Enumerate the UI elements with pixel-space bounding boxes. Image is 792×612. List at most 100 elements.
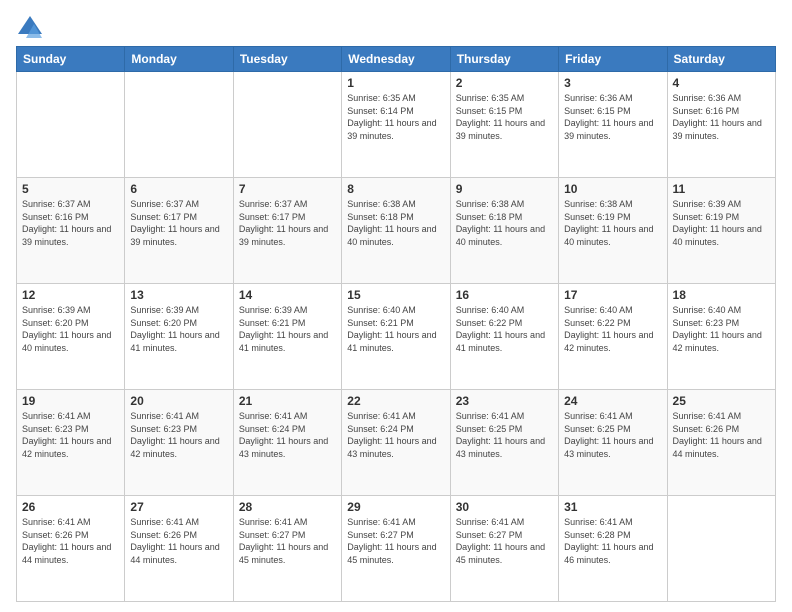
page: SundayMondayTuesdayWednesdayThursdayFrid… — [0, 0, 792, 612]
day-number: 18 — [673, 288, 770, 302]
calendar-cell: 23Sunrise: 6:41 AMSunset: 6:25 PMDayligh… — [450, 390, 558, 496]
calendar-cell — [667, 496, 775, 602]
calendar-cell: 13Sunrise: 6:39 AMSunset: 6:20 PMDayligh… — [125, 284, 233, 390]
day-info: Sunrise: 6:41 AMSunset: 6:26 PMDaylight:… — [673, 410, 770, 460]
calendar-cell: 26 Sunrise: 6:41 AMSunset: 6:26 PMDayligh… — [17, 496, 125, 602]
day-number: 11 — [673, 182, 770, 196]
day-info: Sunrise: 6:38 AMSunset: 6:18 PMDaylight:… — [347, 198, 444, 248]
calendar-cell: 27 Sunrise: 6:41 AMSunset: 6:26 PMDayligh… — [125, 496, 233, 602]
day-number: 29 — [347, 500, 444, 514]
weekday-header-sunday: Sunday — [17, 47, 125, 72]
calendar-cell: 21 Sunrise: 6:41 AMSunset: 6:24 PMDayligh… — [233, 390, 341, 496]
day-number: 7 — [239, 182, 336, 196]
day-info: Sunrise: 6:41 AMSunset: 6:23 PMDaylight:… — [22, 410, 119, 460]
weekday-header-thursday: Thursday — [450, 47, 558, 72]
calendar-cell: 12 Sunrise: 6:39 AMSunset: 6:20 PMDayligh… — [17, 284, 125, 390]
day-info: Sunrise: 6:41 AMSunset: 6:24 PMDaylight:… — [239, 410, 336, 460]
day-number: 6 — [130, 182, 227, 196]
day-info: Sunrise: 6:41 AMSunset: 6:27 PMDaylight:… — [456, 516, 553, 566]
calendar-cell: 9 Sunrise: 6:38 AMSunset: 6:18 PMDaylight… — [450, 178, 558, 284]
calendar-cell: 18 Sunrise: 6:40 AMSunset: 6:23 PMDayligh… — [667, 284, 775, 390]
calendar-cell: 16 Sunrise: 6:40 AMSunset: 6:22 PMDayligh… — [450, 284, 558, 390]
day-info: Sunrise: 6:36 AMSunset: 6:15 PMDaylight:… — [564, 92, 661, 142]
day-info: Sunrise: 6:41 AMSunset: 6:27 PMDaylight:… — [239, 516, 336, 566]
week-row-5: 26 Sunrise: 6:41 AMSunset: 6:26 PMDayligh… — [17, 496, 776, 602]
day-info: Sunrise: 6:39 AMSunset: 6:19 PMDaylight:… — [673, 198, 770, 248]
calendar-cell: 20 Sunrise: 6:41 AMSunset: 6:23 PMDayligh… — [125, 390, 233, 496]
calendar-table: SundayMondayTuesdayWednesdayThursdayFrid… — [16, 46, 776, 602]
calendar-cell: 28Sunrise: 6:41 AMSunset: 6:27 PMDayligh… — [233, 496, 341, 602]
calendar-cell: 31 Sunrise: 6:41 AMSunset: 6:28 PMDayligh… — [559, 496, 667, 602]
day-number: 22 — [347, 394, 444, 408]
weekday-header-wednesday: Wednesday — [342, 47, 450, 72]
day-info: Sunrise: 6:35 AMSunset: 6:15 PMDaylight:… — [456, 92, 553, 142]
calendar-cell: 7Sunrise: 6:37 AMSunset: 6:17 PMDaylight… — [233, 178, 341, 284]
day-number: 4 — [673, 76, 770, 90]
day-info: Sunrise: 6:41 AMSunset: 6:25 PMDaylight:… — [564, 410, 661, 460]
day-info: Sunrise: 6:41 AMSunset: 6:26 PMDaylight:… — [130, 516, 227, 566]
calendar-header: SundayMondayTuesdayWednesdayThursdayFrid… — [17, 47, 776, 72]
day-number: 10 — [564, 182, 661, 196]
day-number: 24 — [564, 394, 661, 408]
day-info: Sunrise: 6:39 AMSunset: 6:20 PMDaylight:… — [130, 304, 227, 354]
calendar-cell: 29 Sunrise: 6:41 AMSunset: 6:27 PMDayligh… — [342, 496, 450, 602]
calendar-body: 1Sunrise: 6:35 AMSunset: 6:14 PMDaylight… — [17, 72, 776, 602]
calendar-cell: 6 Sunrise: 6:37 AMSunset: 6:17 PMDaylight… — [125, 178, 233, 284]
calendar-cell: 4 Sunrise: 6:36 AMSunset: 6:16 PMDaylight… — [667, 72, 775, 178]
calendar-cell: 10 Sunrise: 6:38 AMSunset: 6:19 PMDayligh… — [559, 178, 667, 284]
day-number: 19 — [22, 394, 119, 408]
day-number: 3 — [564, 76, 661, 90]
day-number: 16 — [456, 288, 553, 302]
day-info: Sunrise: 6:41 AMSunset: 6:27 PMDaylight:… — [347, 516, 444, 566]
day-info: Sunrise: 6:40 AMSunset: 6:23 PMDaylight:… — [673, 304, 770, 354]
day-number: 15 — [347, 288, 444, 302]
logo — [16, 14, 46, 42]
calendar-cell — [233, 72, 341, 178]
day-number: 27 — [130, 500, 227, 514]
day-info: Sunrise: 6:37 AMSunset: 6:16 PMDaylight:… — [22, 198, 119, 248]
day-info: Sunrise: 6:36 AMSunset: 6:16 PMDaylight:… — [673, 92, 770, 142]
calendar-cell: 2 Sunrise: 6:35 AMSunset: 6:15 PMDaylight… — [450, 72, 558, 178]
day-info: Sunrise: 6:40 AMSunset: 6:22 PMDaylight:… — [456, 304, 553, 354]
weekday-header-monday: Monday — [125, 47, 233, 72]
day-info: Sunrise: 6:38 AMSunset: 6:19 PMDaylight:… — [564, 198, 661, 248]
day-info: Sunrise: 6:37 AMSunset: 6:17 PMDaylight:… — [130, 198, 227, 248]
day-info: Sunrise: 6:35 AMSunset: 6:14 PMDaylight:… — [347, 92, 444, 142]
day-number: 20 — [130, 394, 227, 408]
day-number: 12 — [22, 288, 119, 302]
day-info: Sunrise: 6:39 AMSunset: 6:20 PMDaylight:… — [22, 304, 119, 354]
calendar-cell — [125, 72, 233, 178]
calendar-cell: 1Sunrise: 6:35 AMSunset: 6:14 PMDaylight… — [342, 72, 450, 178]
header — [16, 10, 776, 42]
calendar-cell: 11 Sunrise: 6:39 AMSunset: 6:19 PMDayligh… — [667, 178, 775, 284]
day-info: Sunrise: 6:41 AMSunset: 6:24 PMDaylight:… — [347, 410, 444, 460]
day-number: 30 — [456, 500, 553, 514]
day-number: 23 — [456, 394, 553, 408]
day-number: 17 — [564, 288, 661, 302]
week-row-2: 5 Sunrise: 6:37 AMSunset: 6:16 PMDaylight… — [17, 178, 776, 284]
day-number: 14 — [239, 288, 336, 302]
day-info: Sunrise: 6:41 AMSunset: 6:26 PMDaylight:… — [22, 516, 119, 566]
day-number: 25 — [673, 394, 770, 408]
day-number: 9 — [456, 182, 553, 196]
day-number: 5 — [22, 182, 119, 196]
calendar-cell: 14 Sunrise: 6:39 AMSunset: 6:21 PMDayligh… — [233, 284, 341, 390]
calendar-cell: 5 Sunrise: 6:37 AMSunset: 6:16 PMDaylight… — [17, 178, 125, 284]
day-info: Sunrise: 6:39 AMSunset: 6:21 PMDaylight:… — [239, 304, 336, 354]
calendar-cell: 25 Sunrise: 6:41 AMSunset: 6:26 PMDayligh… — [667, 390, 775, 496]
calendar-cell: 24 Sunrise: 6:41 AMSunset: 6:25 PMDayligh… — [559, 390, 667, 496]
day-info: Sunrise: 6:40 AMSunset: 6:22 PMDaylight:… — [564, 304, 661, 354]
day-info: Sunrise: 6:41 AMSunset: 6:28 PMDaylight:… — [564, 516, 661, 566]
day-info: Sunrise: 6:41 AMSunset: 6:23 PMDaylight:… — [130, 410, 227, 460]
day-info: Sunrise: 6:38 AMSunset: 6:18 PMDaylight:… — [456, 198, 553, 248]
day-number: 21 — [239, 394, 336, 408]
week-row-3: 12 Sunrise: 6:39 AMSunset: 6:20 PMDayligh… — [17, 284, 776, 390]
logo-icon — [16, 14, 44, 42]
day-number: 2 — [456, 76, 553, 90]
calendar-cell: 8 Sunrise: 6:38 AMSunset: 6:18 PMDaylight… — [342, 178, 450, 284]
day-number: 8 — [347, 182, 444, 196]
day-number: 26 — [22, 500, 119, 514]
calendar-cell: 19 Sunrise: 6:41 AMSunset: 6:23 PMDayligh… — [17, 390, 125, 496]
calendar-cell: 17 Sunrise: 6:40 AMSunset: 6:22 PMDayligh… — [559, 284, 667, 390]
day-number: 31 — [564, 500, 661, 514]
